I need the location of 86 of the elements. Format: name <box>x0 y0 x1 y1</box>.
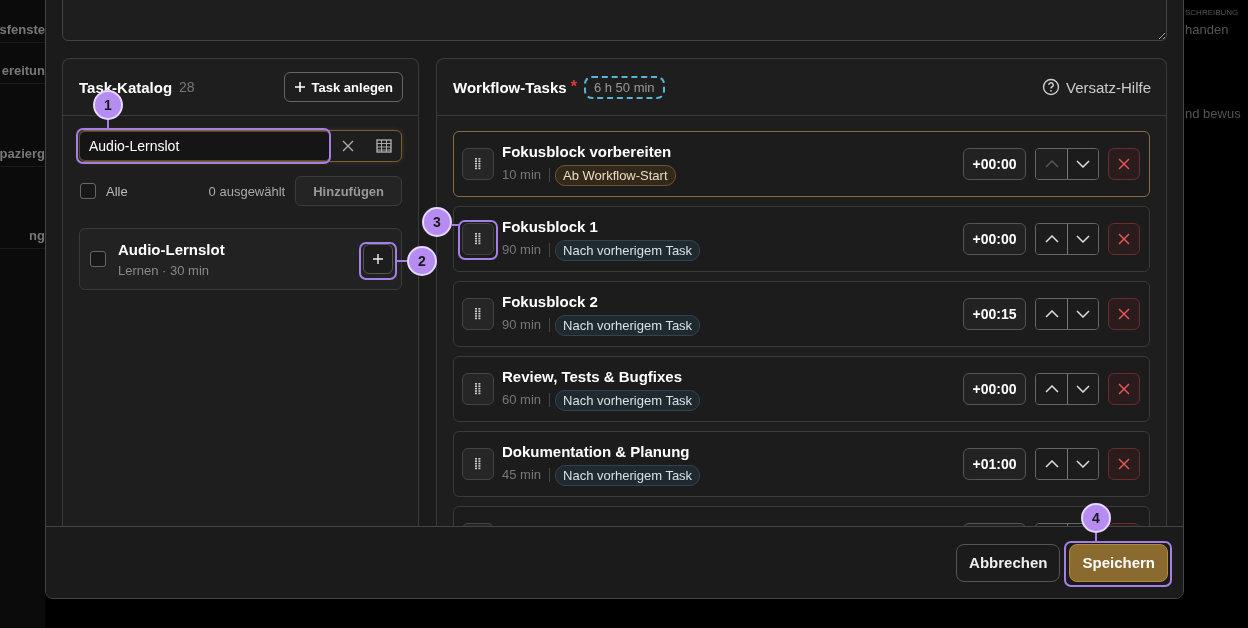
task-title: Dokumentation & Planung <box>502 442 691 460</box>
grip-icon <box>475 383 481 395</box>
offset-button[interactable]: +00:00 <box>963 373 1026 405</box>
drag-handle[interactable] <box>462 223 494 255</box>
plus-icon <box>293 81 306 93</box>
chevron-up-icon <box>1044 235 1059 243</box>
task-card[interactable]: Fokusblock vorbereiten 10 min Ab Workflow-Start +00:00 <box>453 131 1150 197</box>
task-card[interactable]: Dokumentation & Planung 45 min Nach vorherigem Task +01:00 <box>453 431 1150 497</box>
offset-button[interactable]: +00:00 <box>963 148 1026 180</box>
add-item-button[interactable] <box>363 244 393 274</box>
move-down-button[interactable] <box>1067 149 1098 179</box>
close-icon <box>1118 308 1130 320</box>
move-down-button[interactable] <box>1067 299 1098 329</box>
task-duration: 90 min <box>502 243 551 257</box>
grip-icon <box>475 233 481 245</box>
anchor-tag: Nach vorherigem Task <box>555 239 701 261</box>
chevron-up-icon <box>1044 160 1059 168</box>
task-title: Fokusblock 1 <box>502 217 599 235</box>
drag-handle[interactable] <box>462 448 494 480</box>
checkbox[interactable] <box>80 183 96 199</box>
offset-button[interactable]: +01:00 <box>963 448 1026 480</box>
task-title: Fokusblock 2 <box>502 292 599 310</box>
task-card[interactable]: Fokusblock 2 90 min Nach vorherigem Task +00:15 <box>453 281 1150 347</box>
checkbox-label: Alle <box>106 183 128 199</box>
grip-icon <box>475 308 481 320</box>
task-duration: 45 min <box>502 468 551 482</box>
chevron-down-icon <box>1076 460 1090 468</box>
drag-handle[interactable] <box>462 373 494 405</box>
task-title: Fokusblock vorbereiten <box>502 142 673 160</box>
chevron-down-icon <box>1076 310 1090 318</box>
row-text: nd bewus <box>1185 106 1241 121</box>
save-button[interactable]: Speichern <box>1069 543 1168 582</box>
catalog-item[interactable]: Audio-Lernslot Lernen · 30 min <box>79 228 402 290</box>
close-icon <box>1118 383 1130 395</box>
drag-handle[interactable] <box>462 148 494 180</box>
anchor-tag: Ab Workflow-Start <box>555 164 676 186</box>
task-duration: 90 min <box>502 318 551 332</box>
task-card[interactable]: Fokusblock 1 90 min Nach vorherigem Task +00:00 <box>453 206 1150 272</box>
checkbox[interactable] <box>90 251 106 267</box>
grip-icon <box>475 158 481 170</box>
row-text: handen <box>1185 22 1229 37</box>
total-duration-badge: 6 h 50 min <box>583 75 665 99</box>
offset-button[interactable]: +00:15 <box>963 298 1026 330</box>
clear-icon[interactable] <box>341 139 355 153</box>
plus-icon <box>372 253 384 265</box>
drag-handle[interactable] <box>462 298 494 330</box>
chevron-down-icon <box>1076 385 1090 393</box>
row-label: pazierg <box>0 146 45 163</box>
chevron-down-icon <box>1076 235 1090 243</box>
table-icon[interactable] <box>376 139 392 153</box>
grip-icon <box>475 458 481 470</box>
task-card[interactable]: Review, Tests & Bugfixes 60 min Nach vorherigem Task +00:00 <box>453 356 1150 422</box>
highlight-frame <box>359 242 397 280</box>
required-mark: * <box>570 78 577 96</box>
move-down-button[interactable] <box>1067 374 1098 404</box>
task-title: Review, Tests & Bugfixes <box>502 367 684 385</box>
chevron-up-icon <box>1044 385 1059 393</box>
selection-count: 0 ausgewählt <box>208 183 286 199</box>
row-label: ereitun <box>1 63 45 80</box>
column-header: SCHREIBUNG <box>1185 8 1239 17</box>
row-label: sfenste <box>0 22 45 39</box>
item-count: 28 <box>179 79 195 95</box>
cancel-button[interactable]: Abbrechen <box>956 543 1061 582</box>
move-down-button[interactable] <box>1067 449 1098 479</box>
anchor-tag: Nach vorherigem Task <box>555 389 701 411</box>
panel-title: Workflow-Tasks <box>453 78 567 96</box>
close-icon <box>1118 158 1130 170</box>
chevron-up-icon <box>1044 310 1059 318</box>
task-duration: 10 min <box>502 168 551 182</box>
help-link[interactable]: Versatz-Hilfe <box>1041 78 1151 96</box>
chevron-up-icon <box>1044 460 1059 468</box>
item-subtitle: Lernen · 30 min <box>118 262 211 278</box>
create-task-button[interactable]: Task anlegen <box>283 72 403 102</box>
move-down-button[interactable] <box>1067 224 1098 254</box>
search-field[interactable]: Audio-Lernslot <box>79 131 331 161</box>
close-icon <box>1118 233 1130 245</box>
close-icon <box>1118 458 1130 470</box>
highlight-frame <box>458 220 498 260</box>
task-duration: 60 min <box>502 393 551 407</box>
item-title: Audio-Lernslot <box>118 240 226 258</box>
anchor-tag: Nach vorherigem Task <box>555 464 701 486</box>
help-icon <box>1041 78 1060 96</box>
offset-button[interactable]: +00:00 <box>963 223 1026 255</box>
chevron-down-icon <box>1076 160 1090 168</box>
anchor-tag: Nach vorherigem Task <box>555 314 701 336</box>
row-label: ng <box>29 228 45 245</box>
